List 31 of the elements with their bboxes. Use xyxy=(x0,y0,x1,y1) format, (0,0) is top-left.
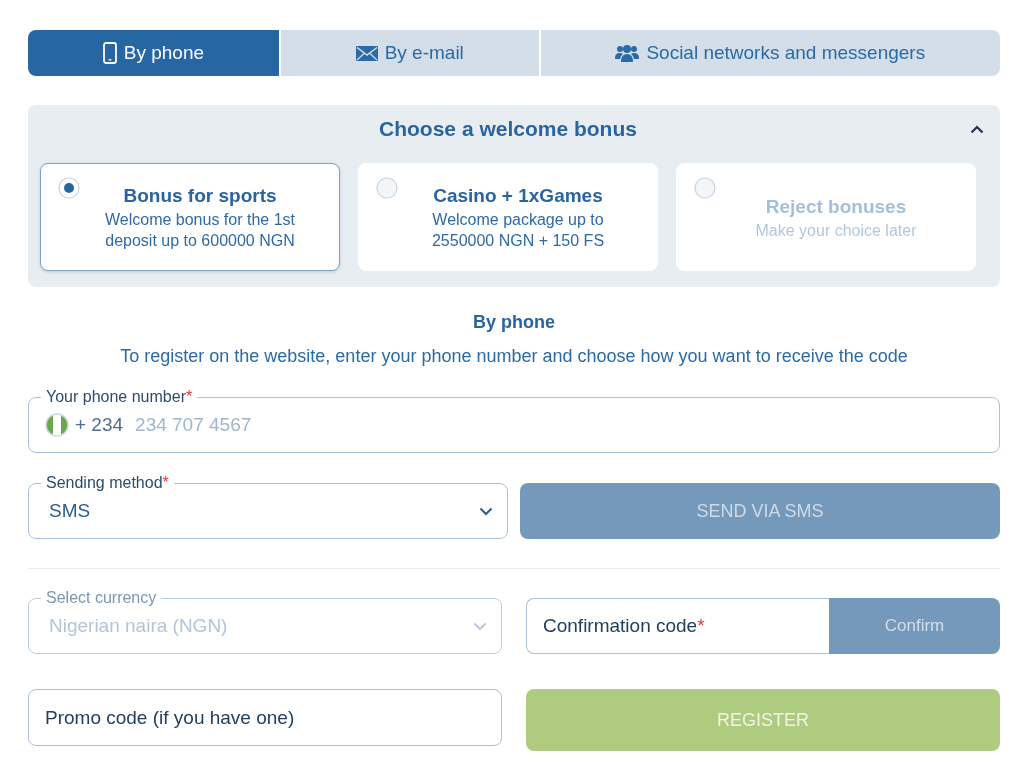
bonus-card[interactable]: Bonus for sports Welcome bonus for the 1st deposit up to 600000 NGN xyxy=(40,163,340,271)
flag-icon xyxy=(45,413,69,437)
tab[interactable]: By phone xyxy=(28,30,279,76)
radio-button[interactable] xyxy=(376,177,398,199)
promo-code-field[interactable]: Promo code (if you have one) xyxy=(28,689,502,746)
radio-button[interactable] xyxy=(694,177,716,199)
envelope-icon xyxy=(355,45,378,61)
bonus-option-description: Welcome package up to 2550000 NGN + 150 FS xyxy=(430,210,606,251)
bonus-card[interactable]: Casino + 1xGames Welcome package up to 2550000 NGN + 150 FS xyxy=(358,163,658,271)
bonus-option-description: Make your choice later xyxy=(755,220,917,241)
phone-number-input[interactable]: 234 707 4567 xyxy=(135,414,983,436)
bonus-panel-title: Choose a welcome bonus xyxy=(379,117,637,141)
tab[interactable]: Social networks and messengers xyxy=(540,30,1000,76)
users-icon xyxy=(615,44,640,62)
tab[interactable]: By e-mail xyxy=(280,30,539,76)
section-description: To register on the website, enter your phone number and choose how you want to receive the code xyxy=(119,345,909,368)
chevron-icon[interactable] xyxy=(970,124,984,134)
radio-button[interactable] xyxy=(58,177,80,199)
chevron-down-icon xyxy=(479,506,493,516)
section-heading: By phone xyxy=(472,311,556,334)
field-label: Sending method* xyxy=(41,473,174,493)
bonus-option-description: Welcome bonus for the 1st deposit up to 600000 NGN xyxy=(104,210,296,251)
confirmation-code-field[interactable]: Confirmation code* xyxy=(526,598,829,654)
bonus-option-title: Reject bonuses xyxy=(765,194,907,219)
bonus-option-title: Casino + 1xGames xyxy=(433,184,603,208)
field-label: Select currency xyxy=(41,588,162,608)
field-label: Your phone number* xyxy=(41,387,198,407)
chevron-down-icon xyxy=(473,621,487,631)
bonus-option-title: Bonus for sports xyxy=(123,184,277,208)
phone-icon xyxy=(102,42,117,64)
country-code: + 234 xyxy=(75,414,124,436)
